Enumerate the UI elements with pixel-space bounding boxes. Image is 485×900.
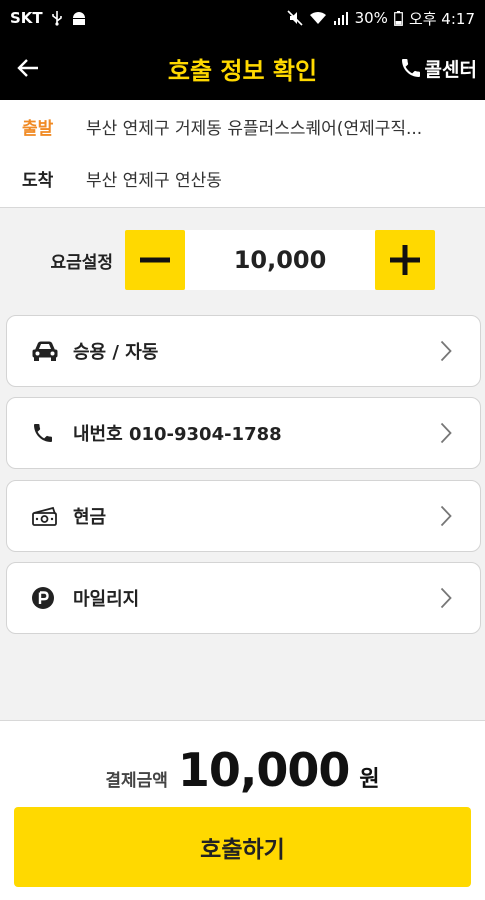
arrival-address: 부산 연제구 연산동 [86, 170, 222, 191]
payment-total-label: 결제금액 [105, 771, 168, 791]
battery-percent: 30% [354, 9, 388, 27]
chevron-right-icon [440, 505, 452, 527]
fare-stepper: 10,000 [125, 230, 435, 290]
android-icon [71, 11, 87, 25]
mileage-option[interactable]: 마일리지 [6, 562, 481, 634]
arrival-row[interactable]: 도착 부산 연제구 연산동 [22, 152, 463, 204]
payment-total-unit: 원 [359, 767, 380, 792]
status-bar: SKT 30% 오후 4:17 [0, 0, 485, 36]
payment-method-option[interactable]: 현금 [6, 480, 481, 552]
payment-total-amount: 10,000 [177, 743, 351, 797]
phone-icon [31, 418, 65, 448]
departure-address: 부산 연제구 거제동 유플러스스퀘어(연제구직... [86, 118, 423, 139]
carrier-label: SKT [10, 9, 43, 27]
plus-icon [390, 245, 420, 275]
increase-fare-button[interactable] [375, 230, 435, 290]
arrow-left-icon [17, 59, 38, 77]
fare-setting: 요금설정 10,000 [0, 230, 485, 290]
mute-icon [287, 10, 303, 26]
payment-method-label: 현금 [73, 507, 107, 528]
app-bar: 호출 정보 확인 콜센터 [0, 36, 485, 100]
back-button[interactable] [0, 36, 56, 100]
battery-icon [394, 10, 403, 26]
signal-icon [333, 11, 349, 25]
arrival-tag: 도착 [22, 170, 54, 191]
minus-icon [140, 257, 170, 263]
phone-number-option[interactable]: 내번호 010-9304-1788 [6, 397, 481, 469]
cash-icon [31, 501, 65, 531]
route-panel: 출발 부산 연제구 거제동 유플러스스퀘어(연제구직... 도착 부산 연제구 … [0, 100, 485, 208]
chevron-right-icon [440, 422, 452, 444]
payment-total: 결제금액 10,000 원 [0, 743, 485, 797]
call-taxi-button[interactable]: 호출하기 [14, 807, 471, 887]
vehicle-option[interactable]: 승용 / 자동 [6, 315, 481, 387]
mileage-p-icon [31, 583, 65, 613]
chevron-right-icon [440, 340, 452, 362]
wifi-icon [309, 11, 327, 25]
clock: 오후 4:17 [408, 9, 475, 28]
vehicle-option-label: 승용 / 자동 [73, 342, 159, 363]
phone-icon [401, 59, 420, 77]
call-center-button[interactable]: 콜센터 [399, 36, 477, 100]
departure-tag: 출발 [22, 118, 54, 139]
call-center-label: 콜센터 [424, 58, 477, 81]
mileage-label: 마일리지 [73, 589, 140, 610]
departure-row[interactable]: 출발 부산 연제구 거제동 유플러스스퀘어(연제구직... [22, 100, 463, 152]
fare-value: 10,000 [185, 230, 375, 290]
car-icon [31, 336, 65, 366]
usb-icon [51, 10, 63, 26]
bottom-panel: 결제금액 10,000 원 호출하기 [0, 720, 485, 900]
fare-label: 요금설정 [50, 252, 113, 273]
decrease-fare-button[interactable] [125, 230, 185, 290]
phone-number-label: 내번호 010-9304-1788 [73, 424, 282, 445]
chevron-right-icon [440, 587, 452, 609]
